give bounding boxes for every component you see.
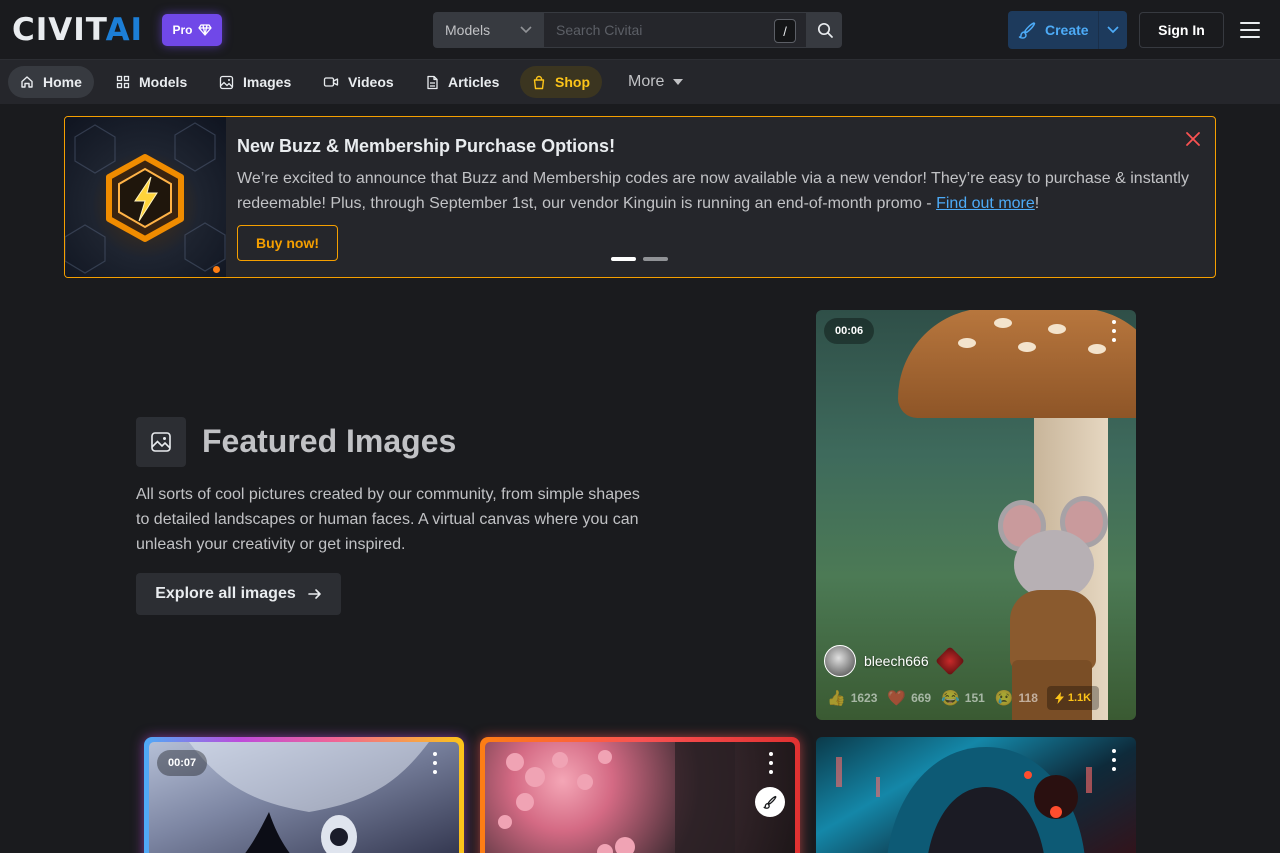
nav-item-videos[interactable]: Videos: [311, 66, 406, 98]
main-nav: Home Models Images Videos Articles Shop …: [0, 60, 1280, 104]
like-reaction[interactable]: 👍 1623: [822, 689, 882, 707]
nav-label: Shop: [555, 74, 590, 90]
nav-item-images[interactable]: Images: [207, 66, 303, 98]
pager-dot[interactable]: [611, 257, 636, 261]
brush-icon: [763, 795, 777, 809]
video-icon: [323, 77, 339, 87]
search-shortcut-key: /: [774, 19, 796, 43]
heart-reaction[interactable]: ❤️ 669: [882, 689, 936, 707]
pro-button[interactable]: Pro: [162, 14, 222, 46]
diamond-icon: [197, 24, 212, 36]
featured-image-card[interactable]: 00:06 bleech666 👍 1623 ❤️ 669 😂 151 😢 118 1.…: [816, 310, 1136, 720]
nav-item-shop[interactable]: Shop: [520, 66, 602, 98]
image-card[interactable]: 00:07: [144, 737, 464, 853]
explore-all-images-button[interactable]: Explore all images: [136, 573, 341, 615]
create-label: Create: [1045, 22, 1089, 38]
laugh-reaction[interactable]: 😂 151: [936, 689, 990, 707]
nav-label: Home: [43, 74, 82, 90]
user-badge-icon: [934, 646, 965, 676]
chevron-down-icon: [520, 26, 532, 34]
search-input[interactable]: [544, 13, 806, 47]
more-options-icon[interactable]: [432, 752, 438, 774]
cry-reaction[interactable]: 😢 118: [990, 689, 1043, 707]
search-button[interactable]: [807, 12, 842, 48]
video-duration-badge: 00:07: [157, 750, 208, 776]
menu-icon[interactable]: [1240, 20, 1260, 40]
create-menu-toggle[interactable]: [1098, 11, 1127, 49]
search-type-value: Models: [445, 22, 491, 38]
card-artwork: 00:07: [149, 742, 459, 853]
search-type-select[interactable]: Models: [433, 12, 544, 48]
buzz-promo-image: [65, 117, 226, 277]
thumbs-up-icon: 👍: [827, 690, 846, 707]
announcement-banner: New Buzz & Membership Purchase Options! …: [64, 116, 1216, 278]
banner-pager: [611, 257, 668, 261]
nav-item-home[interactable]: Home: [8, 66, 94, 98]
nav-label: Images: [243, 74, 292, 90]
chevron-down-icon: [1107, 26, 1119, 34]
video-duration-badge: 00:06: [824, 318, 875, 344]
banner-title: New Buzz & Membership Purchase Options!: [237, 136, 616, 156]
laugh-icon: 😂: [941, 690, 960, 707]
card-artwork: [836, 747, 1092, 853]
heart-icon: ❤️: [887, 690, 907, 707]
find-out-more-link[interactable]: Find out more: [936, 195, 1035, 212]
home-icon: [21, 76, 33, 88]
featured-images-description: All sorts of cool pictures created by ou…: [136, 486, 640, 553]
caret-down-icon: [673, 79, 684, 85]
sign-in-button[interactable]: Sign In: [1139, 12, 1224, 48]
buy-now-button[interactable]: Buy now!: [237, 225, 338, 261]
search-icon: [817, 22, 833, 38]
nav-label: Articles: [448, 74, 500, 90]
nav-item-articles[interactable]: Articles: [414, 66, 511, 98]
buzz-tip-button[interactable]: 1.1K: [1046, 686, 1100, 710]
search-bar: Models /: [433, 12, 842, 48]
nav-label: Models: [139, 74, 188, 90]
create-button[interactable]: Create: [1008, 11, 1127, 49]
avatar: [824, 645, 856, 677]
close-icon[interactable]: [1185, 131, 1201, 147]
remix-button[interactable]: [755, 787, 785, 817]
reactions-bar: 👍 1623 ❤️ 669 😂 151 😢 118 1.1K: [822, 684, 1100, 712]
image-icon: [136, 417, 186, 467]
image-card[interactable]: [480, 737, 800, 853]
explore-label: Explore all images: [155, 585, 296, 602]
card-user[interactable]: bleech666: [824, 645, 965, 677]
shopping-bag-icon: [533, 75, 545, 89]
cry-icon: 😢: [994, 690, 1014, 707]
banner-text: We’re excited to announce that Buzz and …: [237, 170, 1189, 212]
image-icon: [219, 75, 234, 89]
featured-images-title: Featured Images: [202, 423, 457, 459]
nav-label: Videos: [348, 74, 394, 90]
pro-label: Pro: [172, 23, 193, 37]
nav-more-label: More: [628, 73, 665, 90]
nav-more-menu[interactable]: More: [616, 66, 695, 98]
image-card[interactable]: [816, 737, 1136, 853]
more-options-icon[interactable]: [768, 752, 774, 774]
brush-icon: [1018, 22, 1036, 39]
lightning-icon: [1054, 692, 1064, 704]
pager-dot[interactable]: [643, 257, 668, 261]
document-icon: [427, 75, 438, 89]
username: bleech666: [864, 653, 929, 669]
top-header: CIVITAI Pro Models / Create Sign In: [0, 0, 1280, 60]
more-options-icon[interactable]: [1111, 749, 1117, 771]
civitai-logo[interactable]: CIVITAI: [12, 15, 143, 46]
arrow-right-icon: [307, 589, 321, 599]
nav-item-models[interactable]: Models: [104, 66, 199, 98]
more-options-icon[interactable]: [1111, 320, 1117, 342]
grid-icon: [116, 75, 130, 89]
card-artwork: [485, 742, 795, 853]
